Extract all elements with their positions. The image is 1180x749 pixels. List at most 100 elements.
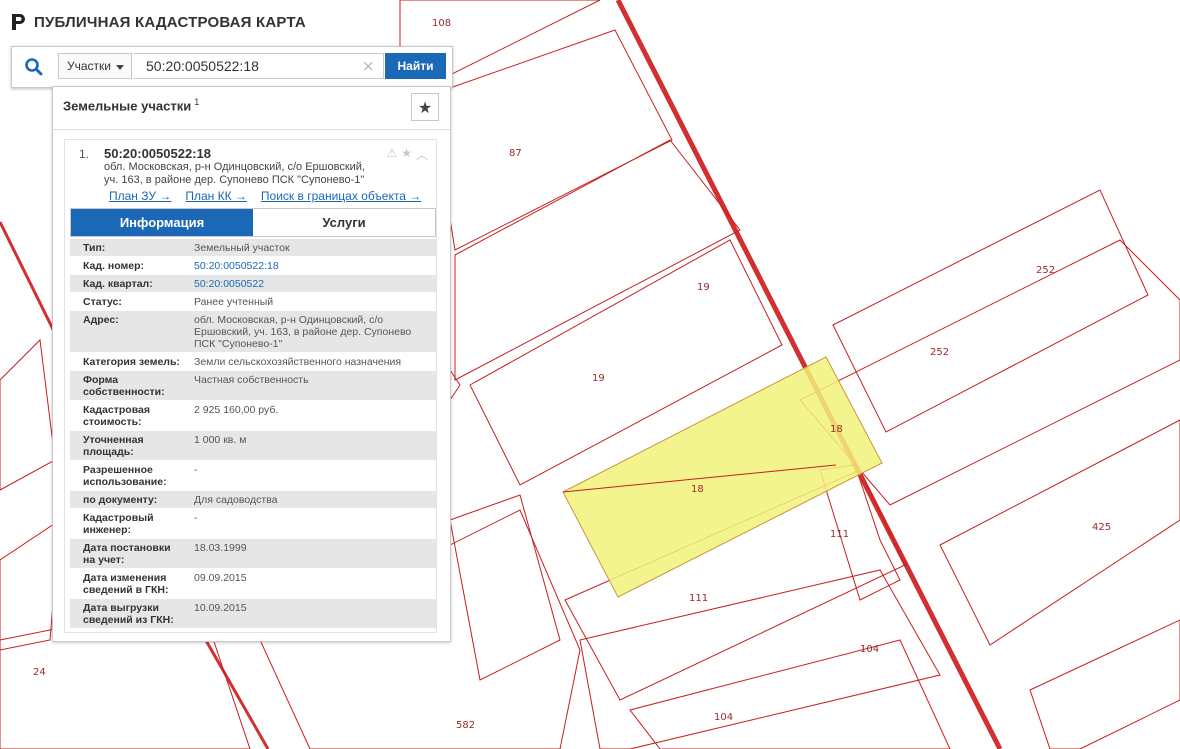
info-row: Кадастровая стоимость: 2 925 160,00 руб. [70,401,436,431]
star-icon: ★ [417,97,433,117]
info-row: Категория земель: Земли сельскохозяйствен… [70,353,436,371]
clear-icon[interactable]: × [362,57,375,75]
parcel-label-24: 24 [33,667,46,678]
info-row-value[interactable]: 50:20:0050522:18 [190,257,436,274]
find-button[interactable]: Найти [385,53,446,79]
info-row-key: Дата постановки на учет: [83,542,171,566]
info-row-value: 09.09.2015 [194,572,247,584]
tab-services[interactable]: Услуги [253,209,435,236]
info-row-key: Тип: [83,242,106,254]
info-row-value: - [194,512,198,524]
info-row: Тип: Земельный участок [70,239,436,257]
info-row-value: Для садоводства [194,494,278,506]
divider [53,129,450,130]
result-links: План ЗУ → План КК → Поиск в границах объ… [109,189,421,203]
parcel-left-1 [0,338,56,491]
info-row-value: Частная собственность [194,374,309,386]
info-row: Кад. номер: 50:20:0050522:18 [70,257,436,275]
panel-title: Земельные участки 1 [63,97,199,113]
info-row-value[interactable]: 50:20:0050522 [190,275,436,292]
parcel-label-18b: 18 [691,484,704,495]
info-row: Статус: Ранее учтенный [70,293,436,311]
parcel-label-252b: 252 [930,347,949,358]
info-row: Уточненная площадь: 1 000 кв. м [70,431,436,461]
parcel-19-upper [454,139,741,381]
selected-parcel-highlight[interactable] [562,356,883,598]
info-row: Дата постановки на учет: 18.03.1999 [70,539,436,569]
warning-icon[interactable]: ⚠ [386,146,397,163]
info-row-value: - [194,464,198,476]
info-row-value: 1 000 кв. м [194,434,247,446]
info-row-value: 2 925 160,00 руб. [194,404,279,416]
info-row: Форма собственности: Частная собственност… [70,371,436,401]
panel-title-text: Земельные участки [63,98,192,114]
search-input[interactable]: 50:20:0050522:18 [134,53,384,79]
info-row-key: Форма собственности: [83,374,165,398]
parcel-lower-right [1029,619,1180,749]
search-in-bounds-link[interactable]: Поиск в границах объекта → [261,189,421,203]
parcel-label-87: 87 [509,148,522,159]
parcel-label-111a: 111 [830,529,849,540]
parcel-left-mid [449,494,561,681]
parcel-label-19a: 19 [697,282,710,293]
result-index: 1. [79,147,90,161]
info-row: Адрес: обл. Московская, р-н Одинцовский, … [70,311,436,353]
favorites-button[interactable]: ★ [411,93,439,121]
info-row-key: Кадастровая стоимость: [83,404,150,428]
star-icon[interactable]: ★ [401,146,412,163]
parcel-label-108: 108 [432,18,451,29]
search-bar: Участки 50:20:0050522:18 × Найти [11,46,453,88]
info-row-value: 10.09.2015 [194,602,247,614]
result-address: обл. Московская, р-н Одинцовский, с/о Ер… [104,161,365,186]
result-card: 1. 50:20:0050522:18 обл. Московская, р-н… [64,139,437,633]
info-row: Разрешенное использование: - [70,461,436,491]
info-row-key: Категория земель: [83,356,180,368]
parcel-104 [629,639,951,749]
road-bottom [198,629,270,749]
parcel-104-upper [579,569,941,749]
app-title: ПУБЛИЧНАЯ КАДАСТРОВАЯ КАРТА [34,13,306,31]
result-tabs: Информация Услуги [70,208,436,237]
info-table: Тип: Земельный участок Кад. номер: 50:20:00… [70,239,436,629]
chevron-up-icon[interactable]: ︿ [416,146,428,163]
info-row-key: Кад. квартал: [83,278,153,290]
result-cad-number[interactable]: 50:20:0050522:18 [104,146,211,161]
parcel-425 [939,419,1180,646]
info-row-key: Разрешенное использование: [83,464,167,488]
parcel-label-252a: 252 [1036,265,1055,276]
result-actions: ⚠ ★ ︿ [386,146,428,163]
search-type-select[interactable]: Участки [58,53,132,79]
info-row-key: Уточненная площадь: [83,434,144,458]
info-row-key: Кадастровый инженер: [83,512,154,536]
info-row-value: Ранее учтенный [194,296,274,308]
info-row-value: обл. Московская, р-н Одинцовский, с/о Ер… [194,314,412,350]
chevron-down-icon [116,65,124,70]
plan-zu-link[interactable]: План ЗУ → [109,189,171,203]
info-row-key: по документу: [83,494,158,506]
info-row-value: Земли сельскохозяйственного назначения [194,356,402,368]
plan-kk-link[interactable]: План КК → [185,189,247,203]
parcel-label-104b: 104 [714,712,733,723]
parcel-label-425: 425 [1092,522,1111,533]
parcel-label-111b: 111 [689,593,708,604]
info-row: Кад. квартал: 50:20:0050522 [70,275,436,293]
parcel-label-19b: 19 [592,373,605,384]
app-header: ПУБЛИЧНАЯ КАДАСТРОВАЯ КАРТА [10,12,306,32]
info-row-key: Кад. номер: [83,260,145,272]
info-row: Кадастровый инженер: - [70,509,436,539]
info-row: Дата изменения сведений в ГКН: 09.09.2015 [70,569,436,599]
info-row: Дата выгрузки сведений из ГКН: 10.09.2015 [70,599,436,629]
parcel-label-18a: 18 [830,424,843,435]
info-row: по документу: Для садоводства [70,491,436,509]
tab-information[interactable]: Информация [71,209,253,236]
results-count: 1 [194,97,200,107]
search-icon[interactable] [24,57,44,77]
info-row-value: 18.03.1999 [194,542,247,554]
parcel-label-582: 582 [456,720,475,731]
parcel-label-104a: 104 [860,644,879,655]
parcel-left-2 [0,519,61,651]
results-panel: Земельные участки 1 ★ 1. 50:20:0050522:18… [52,86,451,642]
info-row-value: Земельный участок [194,242,290,254]
info-row-key: Дата выгрузки сведений из ГКН: [83,602,174,626]
info-row-key: Дата изменения сведений в ГКН: [83,572,169,596]
